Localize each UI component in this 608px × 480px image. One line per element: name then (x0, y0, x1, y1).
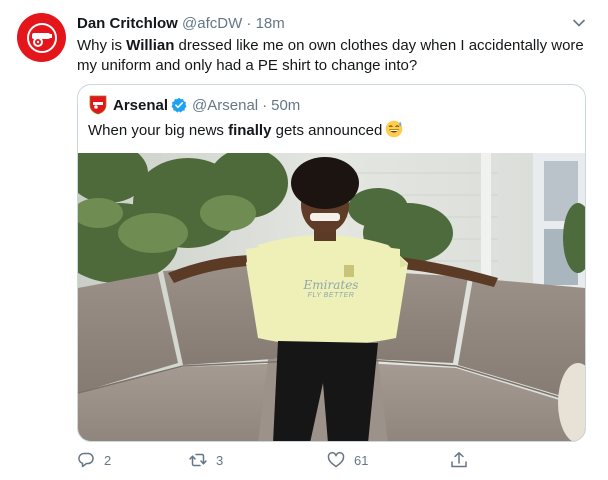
author-name[interactable]: Dan Critchlow (77, 15, 178, 32)
quoted-text-bold: finally (228, 122, 272, 139)
tweet-timestamp[interactable]: 18m (256, 15, 285, 32)
retweet-icon (189, 453, 207, 467)
shirt-sponsor-text: Emirates (303, 278, 359, 292)
tweet-text: Why is Willian dressed like me on own cl… (77, 36, 587, 76)
heart-icon (327, 452, 345, 468)
quoted-avatar[interactable] (88, 95, 108, 115)
quoted-author-name[interactable]: Arsenal (113, 97, 168, 114)
cannon-logo-icon (26, 22, 57, 53)
quoted-separator-dot: · (262, 96, 268, 114)
quoted-author-handle[interactable]: @Arsenal (192, 97, 258, 114)
reply-icon (78, 452, 94, 468)
share-button[interactable] (450, 448, 477, 472)
tweet-header: Dan Critchlow @afcDW · 18m (77, 14, 588, 34)
media-photo[interactable]: Emirates FLY BETTER (78, 153, 585, 441)
reply-button[interactable]: 2 (77, 448, 111, 472)
tweet-text-part1: Why is (77, 37, 127, 54)
quoted-tweet-text: When your big news finally gets announce… (88, 120, 403, 141)
quoted-text-part2: gets announced (271, 122, 383, 139)
tweet-text-bold: Willian (126, 37, 175, 54)
author-avatar[interactable] (17, 13, 66, 62)
quoted-timestamp[interactable]: 50m (271, 97, 300, 114)
quoted-tweet[interactable]: Arsenal @Arsenal · 50m When your big new… (77, 84, 586, 442)
grinning-sweat-emoji-icon (386, 120, 403, 138)
like-count: 61 (354, 452, 369, 468)
tweet[interactable]: Dan Critchlow @afcDW · 18m Why is Willia… (0, 0, 608, 480)
reply-count: 2 (104, 452, 112, 468)
like-button[interactable]: 61 (327, 448, 368, 472)
share-icon (451, 452, 467, 468)
verified-badge-icon (171, 97, 187, 113)
retweet-count: 3 (216, 452, 224, 468)
author-handle[interactable]: @afcDW (182, 15, 242, 32)
shirt-slogan-text: FLY BETTER (307, 292, 355, 299)
separator-dot: · (246, 15, 252, 32)
quoted-text-part1: When your big news (88, 122, 229, 139)
tweet-actions: 2 3 61 (77, 448, 497, 472)
retweet-button[interactable]: 3 (189, 448, 223, 472)
chevron-down-icon[interactable] (570, 14, 588, 32)
quoted-tweet-header: Arsenal @Arsenal · 50m (88, 94, 304, 116)
arsenal-crest-icon (89, 95, 107, 115)
